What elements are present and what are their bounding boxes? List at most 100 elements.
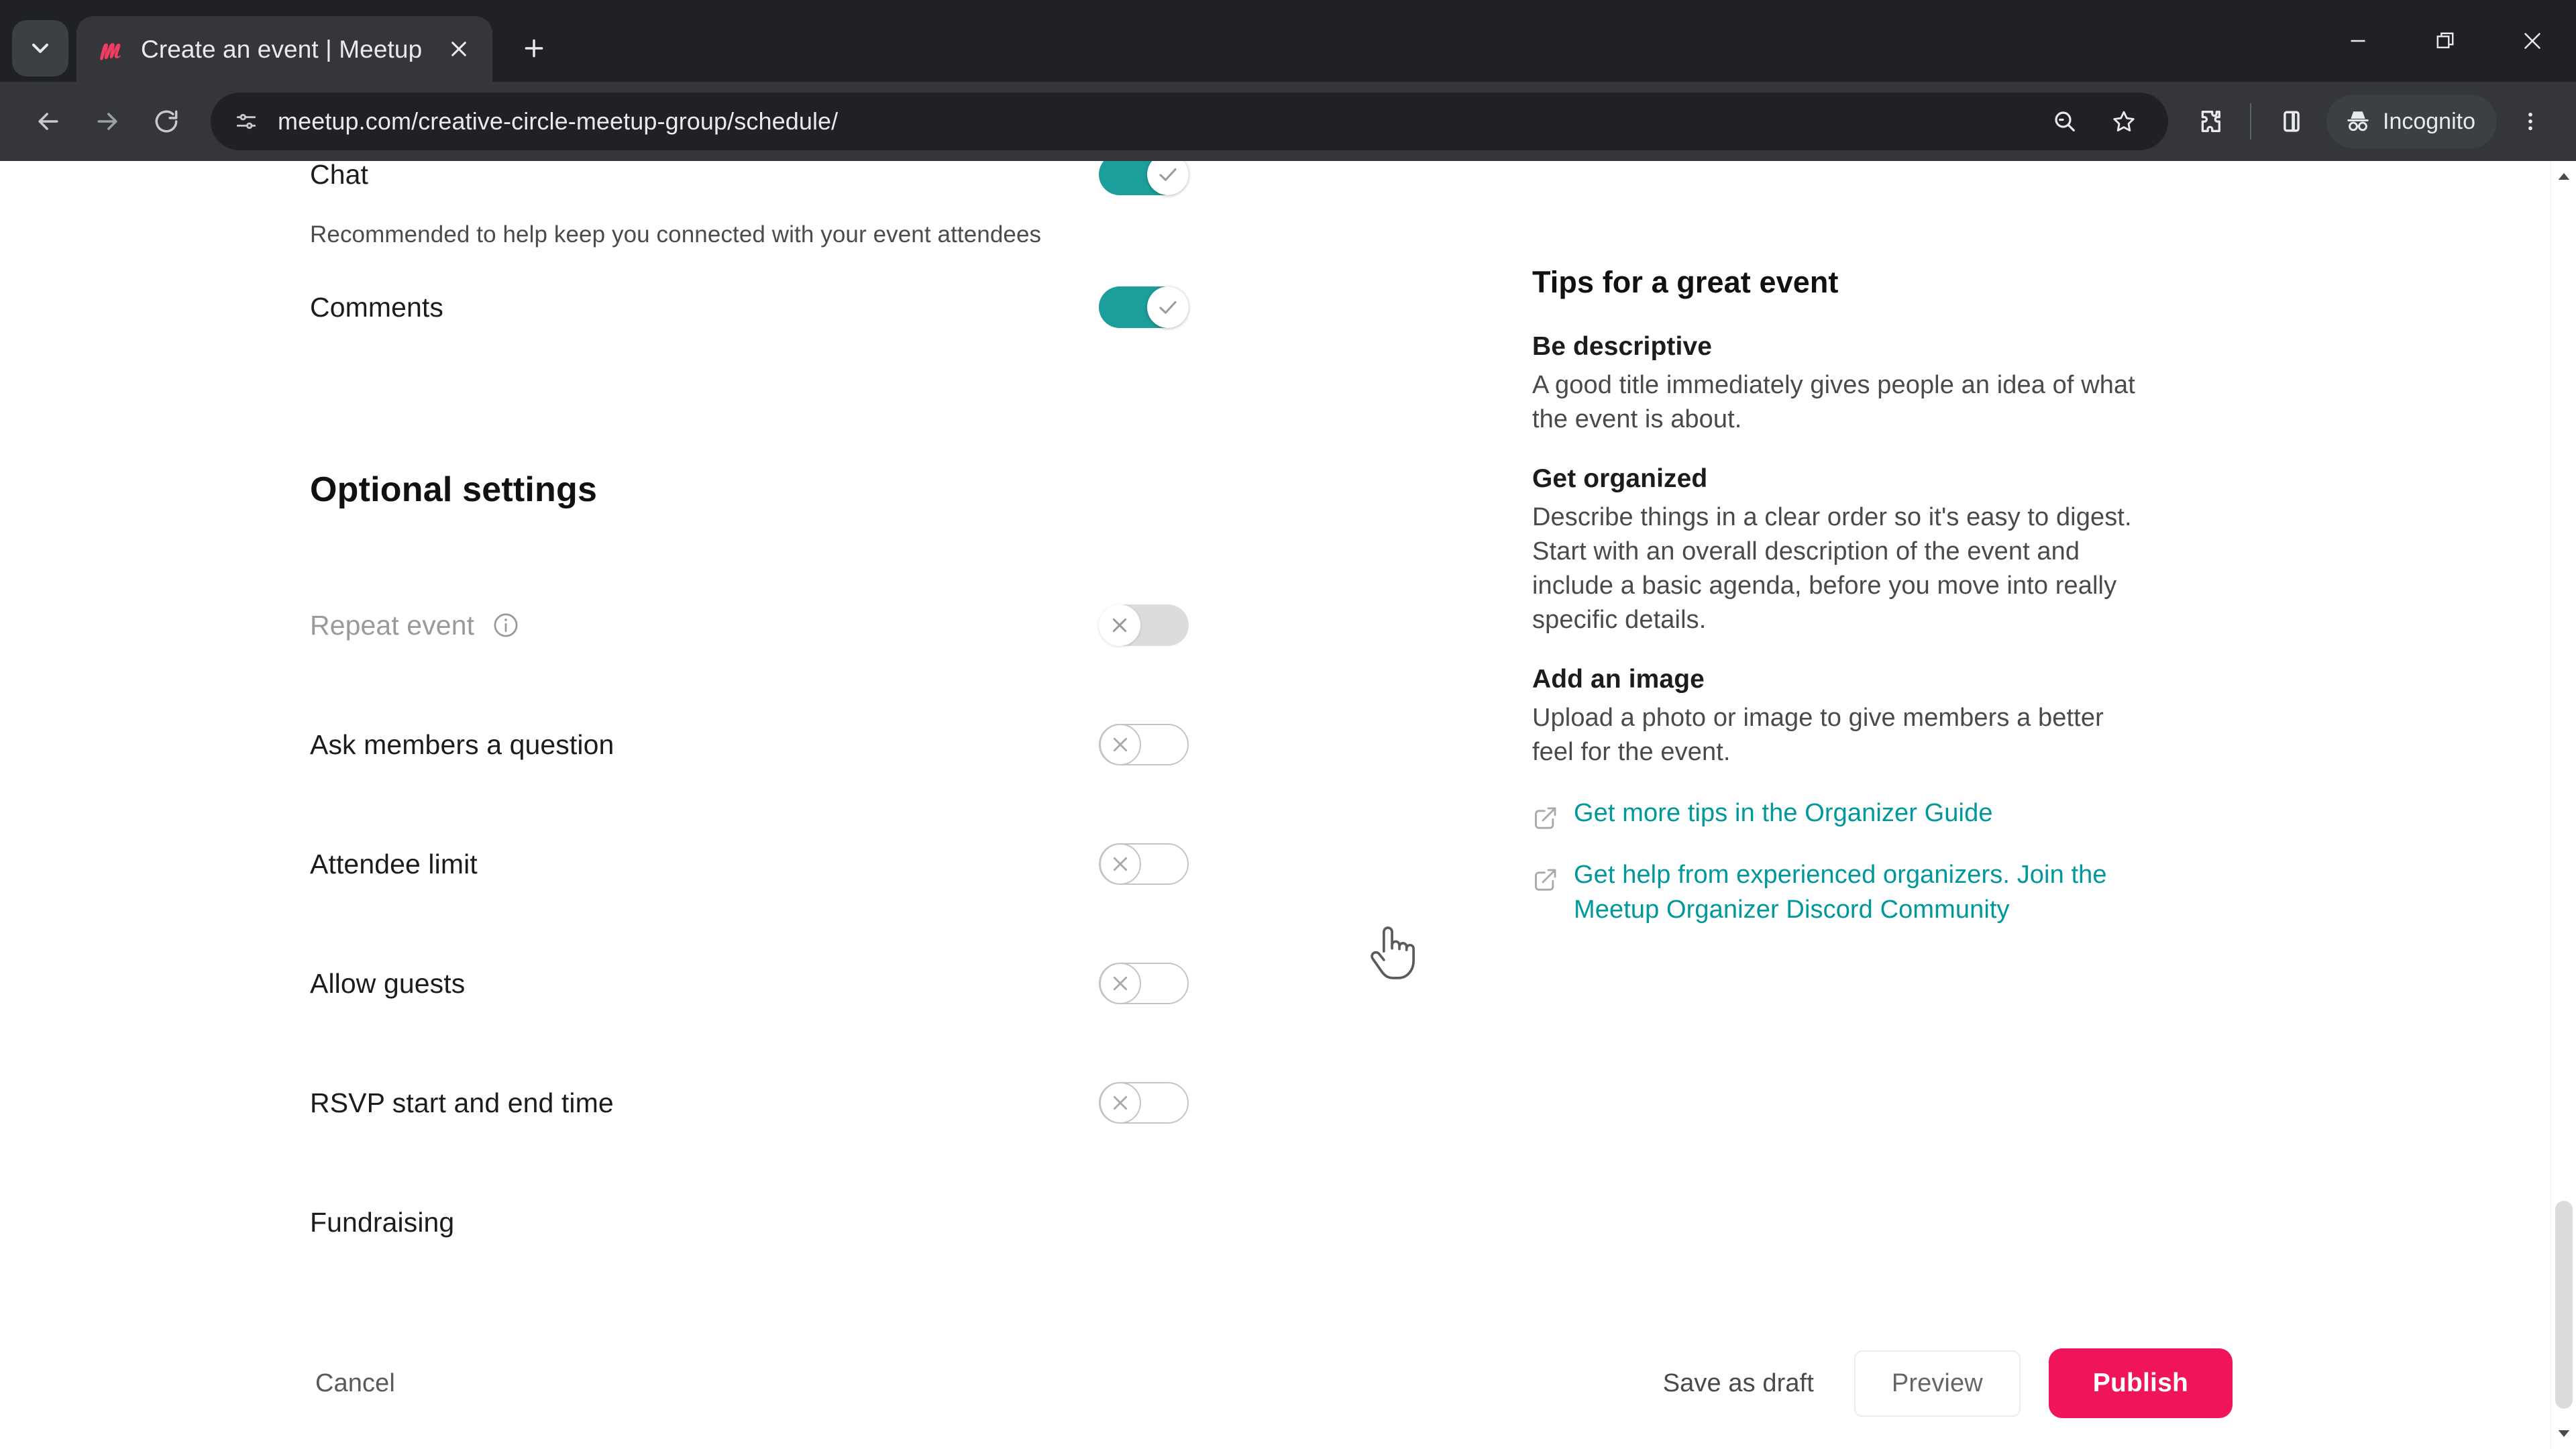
tips-title: Tips for a great event bbox=[1532, 265, 1839, 299]
tip-body: Describe things in a clear order so it's… bbox=[1532, 502, 2132, 635]
meetup-logo-icon bbox=[97, 34, 126, 64]
side-panel-icon bbox=[2284, 111, 2300, 132]
site-settings-button[interactable] bbox=[228, 103, 264, 140]
back-arrow-icon bbox=[38, 113, 58, 130]
tip-heading: Be descriptive bbox=[1532, 332, 1713, 361]
save-as-draft-button[interactable]: Save as draft bbox=[1640, 1354, 1837, 1413]
toggle-knob bbox=[1147, 286, 1189, 328]
toggle-knob bbox=[1099, 724, 1141, 765]
primary-actions: Save as draft Preview Publish bbox=[1640, 1348, 2233, 1418]
page-settings-icon bbox=[236, 113, 256, 129]
toggle-comments[interactable] bbox=[1099, 286, 1189, 328]
extensions-button[interactable] bbox=[2180, 92, 2239, 151]
bookmark-button[interactable] bbox=[2094, 92, 2153, 151]
setting-label-fundraising: Fundraising bbox=[310, 1206, 455, 1238]
back-button[interactable] bbox=[19, 92, 78, 151]
toggle-knob bbox=[1099, 843, 1141, 885]
maximize-icon bbox=[2436, 32, 2454, 48]
setting-sub-chat: Recommended to help keep you connected w… bbox=[310, 221, 1042, 248]
settings-form-column: Chat Recommended to help keep you connec… bbox=[310, 161, 1410, 1449]
toggle-attendee-limit[interactable] bbox=[1099, 843, 1189, 885]
external-link-icon bbox=[1535, 869, 1556, 891]
setting-row-ask-question: Ask members a question bbox=[310, 714, 1410, 775]
x-icon bbox=[1113, 976, 1128, 991]
plus-icon bbox=[525, 39, 543, 58]
x-icon bbox=[1113, 737, 1128, 752]
discord-community-link[interactable]: Get help from experienced organizers. Jo… bbox=[1532, 858, 2136, 927]
tab-search-button[interactable] bbox=[12, 20, 68, 76]
organizer-guide-link[interactable]: Get more tips in the Organizer Guide bbox=[1532, 796, 2136, 831]
toggle-allow-guests[interactable] bbox=[1099, 963, 1189, 1004]
toggle-knob bbox=[1099, 604, 1140, 646]
chrome-menu-button[interactable] bbox=[2504, 92, 2557, 151]
new-tab-button[interactable] bbox=[510, 24, 558, 72]
setting-label-repeat-event: Repeat event bbox=[310, 610, 520, 641]
setting-label-rsvp-time: RSVP start and end time bbox=[310, 1087, 614, 1118]
toggle-repeat-event bbox=[1099, 604, 1189, 646]
url-text: meetup.com/creative-circle-meetup-group/… bbox=[278, 107, 839, 135]
caret-up-icon bbox=[2558, 173, 2570, 180]
three-dot-menu-icon bbox=[2528, 112, 2532, 131]
incognito-hat-icon bbox=[2347, 111, 2369, 131]
tip-block-get-organized: Get organized Describe things in a clear… bbox=[1532, 464, 2136, 638]
close-icon bbox=[2524, 33, 2540, 49]
setting-row-comments: Comments bbox=[310, 276, 1410, 338]
meetup-logo-glyph bbox=[100, 43, 121, 60]
setting-row-allow-guests: Allow guests bbox=[310, 953, 1410, 1014]
external-link-icon bbox=[1535, 807, 1556, 829]
tab-title: Create an event | Meetup bbox=[141, 36, 423, 62]
window-controls bbox=[2314, 0, 2576, 82]
side-panel-button[interactable] bbox=[2262, 92, 2321, 151]
toggle-ask-question[interactable] bbox=[1099, 724, 1189, 765]
form-action-bar: Cancel Save as draft Preview Publish bbox=[0, 1318, 2576, 1449]
browser-tab-active[interactable]: Create an event | Meetup bbox=[76, 16, 492, 82]
event-create-form-page: Chat Recommended to help keep you connec… bbox=[0, 161, 2576, 1449]
setting-label-comments: Comments bbox=[310, 291, 444, 323]
check-icon bbox=[1159, 168, 1177, 181]
toggle-knob bbox=[1099, 963, 1141, 1004]
minimize-icon bbox=[2351, 40, 2365, 42]
minimize-button[interactable] bbox=[2314, 0, 2402, 82]
scrollbar-down-arrow[interactable] bbox=[2551, 1421, 2576, 1446]
setting-row-repeat-event: Repeat event bbox=[310, 594, 1410, 656]
scrollbar-thumb[interactable] bbox=[2555, 1201, 2573, 1409]
close-icon bbox=[451, 42, 466, 56]
address-bar[interactable]: meetup.com/creative-circle-meetup-group/… bbox=[211, 93, 2168, 150]
setting-row-rsvp-time: RSVP start and end time bbox=[310, 1072, 1410, 1134]
setting-row-chat: Chat bbox=[310, 161, 1410, 205]
browser-window: Create an event | Meetup meetup.com/crea… bbox=[0, 0, 2576, 1449]
forward-button[interactable] bbox=[78, 92, 137, 151]
tip-heading: Add an image bbox=[1532, 664, 1705, 694]
tip-block-be-descriptive: Be descriptive A good title immediately … bbox=[1532, 332, 2136, 437]
optional-settings-heading: Optional settings bbox=[310, 470, 598, 509]
omnibox-actions bbox=[2035, 92, 2153, 151]
zoom-search-button[interactable] bbox=[2035, 92, 2094, 151]
cancel-button[interactable]: Cancel bbox=[310, 1357, 400, 1410]
tip-body: A good title immediately gives people an… bbox=[1532, 371, 2135, 434]
setting-row-fundraising: Fundraising bbox=[310, 1191, 1410, 1253]
tip-body: Upload a photo or image to give members … bbox=[1532, 703, 2104, 767]
info-icon[interactable] bbox=[492, 611, 520, 639]
reload-icon bbox=[155, 110, 178, 133]
toggle-knob bbox=[1099, 1082, 1141, 1124]
toggle-chat[interactable] bbox=[1099, 161, 1189, 195]
tab-close-button[interactable] bbox=[440, 30, 478, 68]
puzzle-piece-icon bbox=[2201, 111, 2220, 132]
publish-button[interactable]: Publish bbox=[2048, 1348, 2233, 1418]
check-icon bbox=[1159, 301, 1177, 314]
toggle-rsvp-time[interactable] bbox=[1099, 1082, 1189, 1124]
setting-label-ask-question: Ask members a question bbox=[310, 729, 614, 760]
x-icon bbox=[1112, 618, 1127, 633]
maximize-button[interactable] bbox=[2402, 0, 2489, 82]
incognito-profile-chip[interactable]: Incognito bbox=[2326, 95, 2497, 148]
preview-button[interactable]: Preview bbox=[1854, 1350, 2021, 1417]
tip-block-add-an-image: Add an image Upload a photo or image to … bbox=[1532, 665, 2136, 770]
star-icon bbox=[2113, 111, 2135, 131]
reload-button[interactable] bbox=[137, 92, 196, 151]
page-scrollbar[interactable] bbox=[2551, 161, 2576, 1449]
setting-label-chat: Chat bbox=[310, 161, 369, 190]
setting-label-text: Repeat event bbox=[310, 609, 475, 641]
scrollbar-up-arrow[interactable] bbox=[2551, 164, 2576, 189]
window-close-button[interactable] bbox=[2489, 0, 2576, 82]
forward-arrow-icon bbox=[97, 113, 117, 130]
